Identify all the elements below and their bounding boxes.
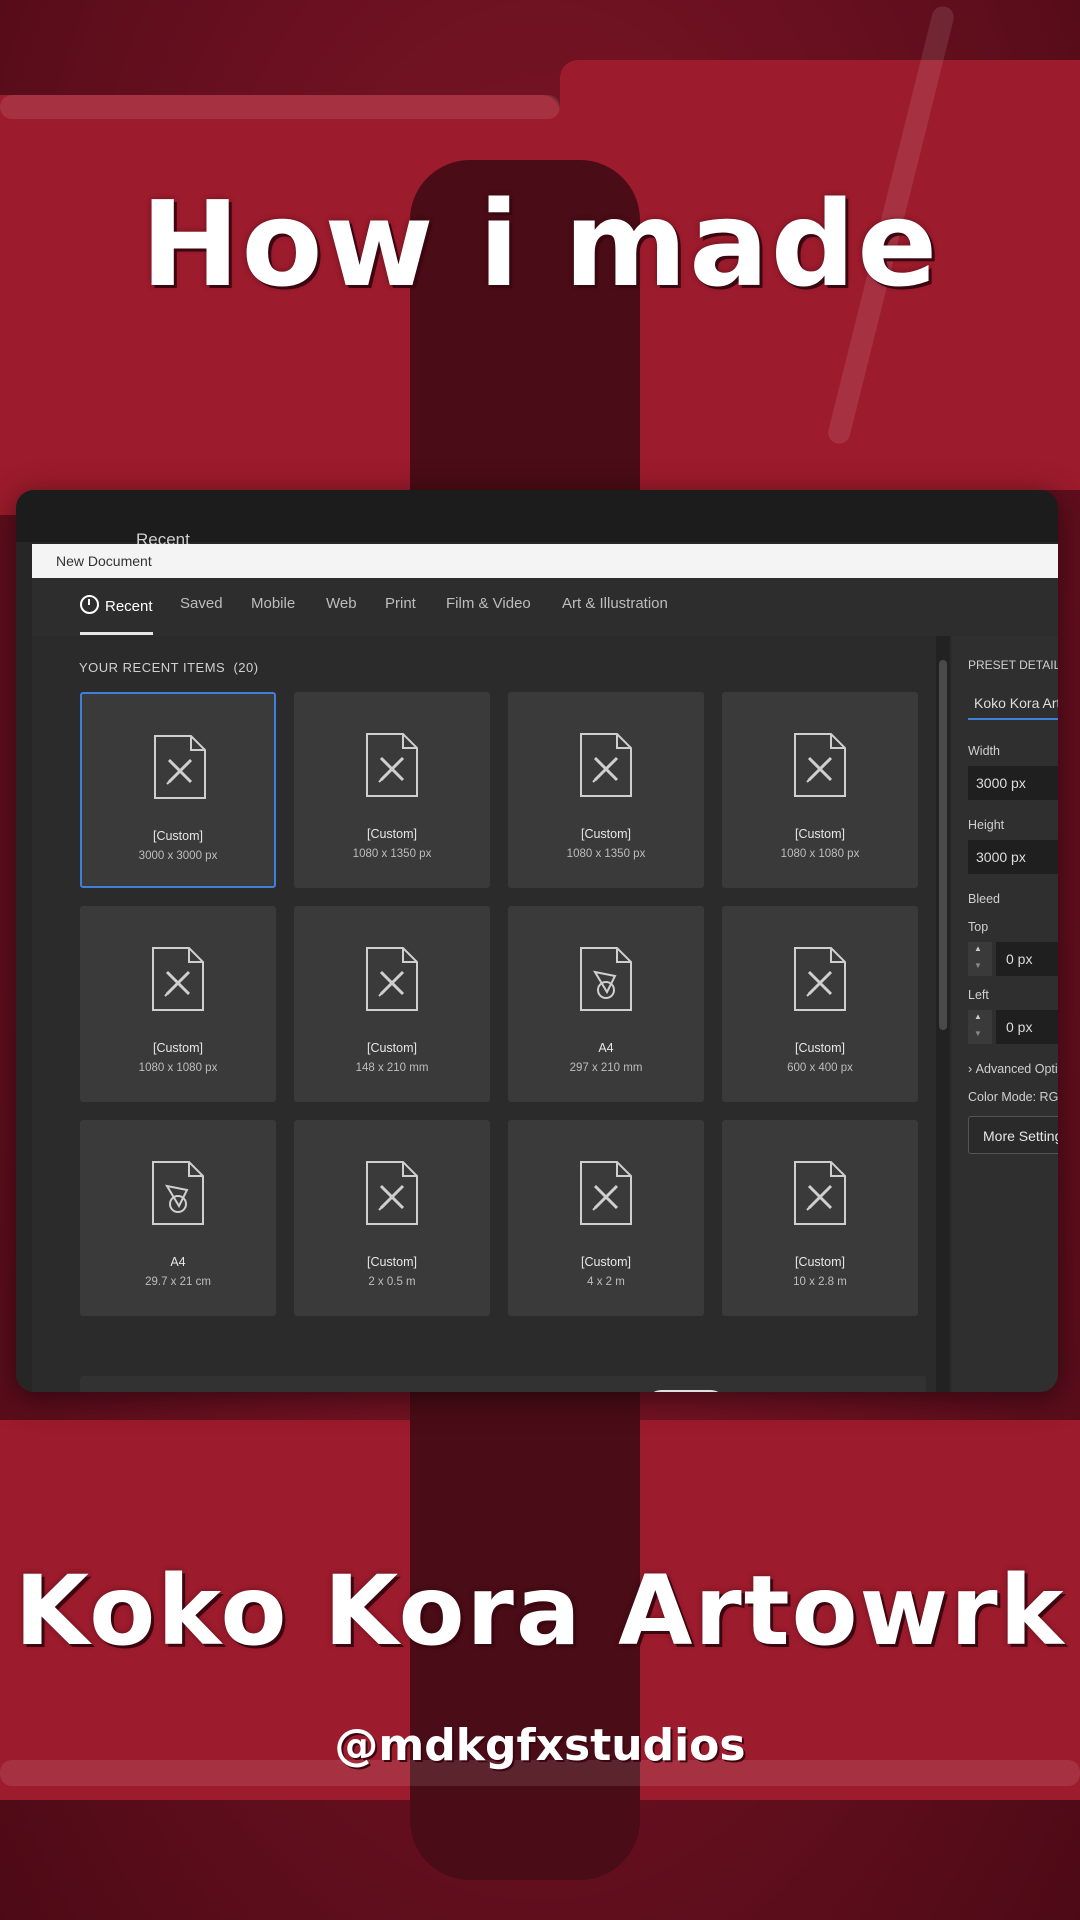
recent-item-size: 1080 x 1080 px	[780, 848, 860, 860]
bleed-left-stepper[interactable]	[968, 1010, 992, 1044]
recent-item-tile[interactable]: [Custom] 10 x 2.8 m	[722, 1120, 918, 1316]
clock-icon	[80, 595, 99, 614]
bleed-left-field[interactable]: 0 px	[996, 1010, 1058, 1044]
recent-item-label: [Custom]	[366, 1041, 417, 1055]
recent-item-size: 2 x 0.5 m	[368, 1276, 416, 1288]
recent-item-tile[interactable]: [Custom] 1080 x 1350 px	[508, 692, 704, 888]
recent-item-size: 3000 x 3000 px	[138, 850, 218, 862]
recent-item-label: [Custom]	[152, 1041, 203, 1055]
artboard-document-icon	[793, 732, 847, 798]
recent-item-tile[interactable]: [Custom] 148 x 210 mm	[294, 906, 490, 1102]
tab-print[interactable]: Print	[385, 595, 416, 612]
recent-item-tile[interactable]: [Custom] 600 x 400 px	[722, 906, 918, 1102]
headline-top: How i made	[140, 175, 940, 313]
tab-saved[interactable]: Saved	[180, 595, 223, 612]
artboard-document-icon	[151, 946, 205, 1012]
advanced-options-toggle[interactable]: › Advanced Options	[968, 1062, 1058, 1076]
recent-item-size: 1080 x 1350 px	[352, 848, 432, 860]
artboard-document-icon	[365, 946, 419, 1012]
preset-details-panel: PRESET DETAILS Koko Kora Artwork Width 3…	[952, 636, 1058, 1392]
recent-item-tile[interactable]: [Custom] 3000 x 3000 px	[80, 692, 276, 888]
artboard-document-icon	[579, 732, 633, 798]
app-window: Recent New Document Recent Saved Mobile …	[16, 490, 1058, 1392]
recent-item-size: 148 x 210 mm	[355, 1062, 429, 1074]
width-field[interactable]: 3000 px	[968, 766, 1058, 800]
preset-name-field[interactable]: Koko Kora Artwork	[968, 688, 1058, 720]
recent-item-label: [Custom]	[580, 1255, 631, 1269]
tab-mobile[interactable]: Mobile	[251, 595, 295, 612]
preset-details-title: PRESET DETAILS	[968, 658, 1058, 672]
scrollbar-thumb[interactable]	[939, 660, 947, 1030]
print-document-icon	[151, 1160, 205, 1226]
height-label: Height	[968, 818, 1005, 832]
chevron-right-icon: ›	[968, 1062, 973, 1076]
recent-item-label: [Custom]	[366, 1255, 417, 1269]
grid-scrollbar[interactable]	[936, 636, 950, 1392]
bleed-top-stepper[interactable]	[968, 942, 992, 976]
print-document-icon	[579, 946, 633, 1012]
recent-item-tile[interactable]: A4 297 x 210 mm	[508, 906, 704, 1102]
bleed-top-field[interactable]: 0 px	[996, 942, 1058, 976]
recent-items-heading: YOUR RECENT ITEMS (20)	[79, 660, 259, 675]
recent-item-size: 4 x 2 m	[587, 1276, 625, 1288]
tab-art-illustration[interactable]: Art & Illustration	[562, 595, 668, 612]
width-label: Width	[968, 744, 1000, 758]
tab-label: Recent	[105, 598, 153, 615]
tab-web[interactable]: Web	[326, 595, 357, 612]
go-button[interactable]: Go	[644, 1390, 728, 1392]
color-mode-label: Color Mode: RGB	[968, 1090, 1058, 1104]
more-settings-button[interactable]: More Settings	[968, 1116, 1058, 1154]
tab-film-video[interactable]: Film & Video	[446, 595, 531, 612]
preset-tabs: Recent Saved Mobile Web Print Film & Vid…	[32, 578, 1058, 637]
recent-item-tile[interactable]: [Custom] 1080 x 1080 px	[722, 692, 918, 888]
recent-items-panel: YOUR RECENT ITEMS (20) [Custom] 3000 x 30…	[32, 636, 952, 1392]
artboard-document-icon	[793, 1160, 847, 1226]
recent-item-label: [Custom]	[794, 827, 845, 841]
dialog-title-bar: New Document	[32, 544, 1058, 578]
recent-item-size: 297 x 210 mm	[569, 1062, 643, 1074]
active-tab-indicator	[80, 632, 153, 635]
recent-item-tile[interactable]: [Custom] 2 x 0.5 m	[294, 1120, 490, 1316]
background-stripe	[0, 95, 560, 119]
recent-item-label: [Custom]	[152, 829, 203, 843]
artboard-document-icon	[579, 1160, 633, 1226]
recent-item-label: A4	[170, 1255, 186, 1269]
recent-item-size: 10 x 2.8 m	[793, 1276, 847, 1288]
bleed-label: Bleed	[968, 892, 1000, 906]
artboard-document-icon	[365, 1160, 419, 1226]
recent-item-label: A4	[598, 1041, 614, 1055]
headline-bottom: Koko Kora Artowrk	[14, 1555, 1066, 1667]
height-field[interactable]: 3000 px	[968, 840, 1058, 874]
recent-item-tile[interactable]: [Custom] 4 x 2 m	[508, 1120, 704, 1316]
artboard-document-icon	[365, 732, 419, 798]
recent-item-tile[interactable]: [Custom] 1080 x 1350 px	[294, 692, 490, 888]
artboard-document-icon	[153, 734, 207, 800]
bleed-top-label: Top	[968, 920, 989, 934]
recent-item-tile[interactable]: [Custom] 1080 x 1080 px	[80, 906, 276, 1102]
recent-item-size: 1080 x 1080 px	[138, 1062, 218, 1074]
recent-item-label: [Custom]	[794, 1041, 845, 1055]
artboard-document-icon	[793, 946, 847, 1012]
recent-item-size: 600 x 400 px	[787, 1062, 853, 1074]
recent-item-label: [Custom]	[794, 1255, 845, 1269]
template-search-bar: Go	[80, 1376, 926, 1392]
recent-item-size: 29.7 x 21 cm	[145, 1276, 211, 1288]
recent-item-tile[interactable]: A4 29.7 x 21 cm	[80, 1120, 276, 1316]
recent-item-size: 1080 x 1350 px	[566, 848, 646, 860]
recent-item-label: [Custom]	[366, 827, 417, 841]
tab-recent[interactable]: Recent	[80, 595, 153, 615]
recent-item-label: [Custom]	[580, 827, 631, 841]
bleed-left-label: Left	[968, 988, 989, 1002]
creator-handle: @mdkgfxstudios	[334, 1720, 746, 1771]
window-top-bar: Recent	[16, 490, 1058, 549]
